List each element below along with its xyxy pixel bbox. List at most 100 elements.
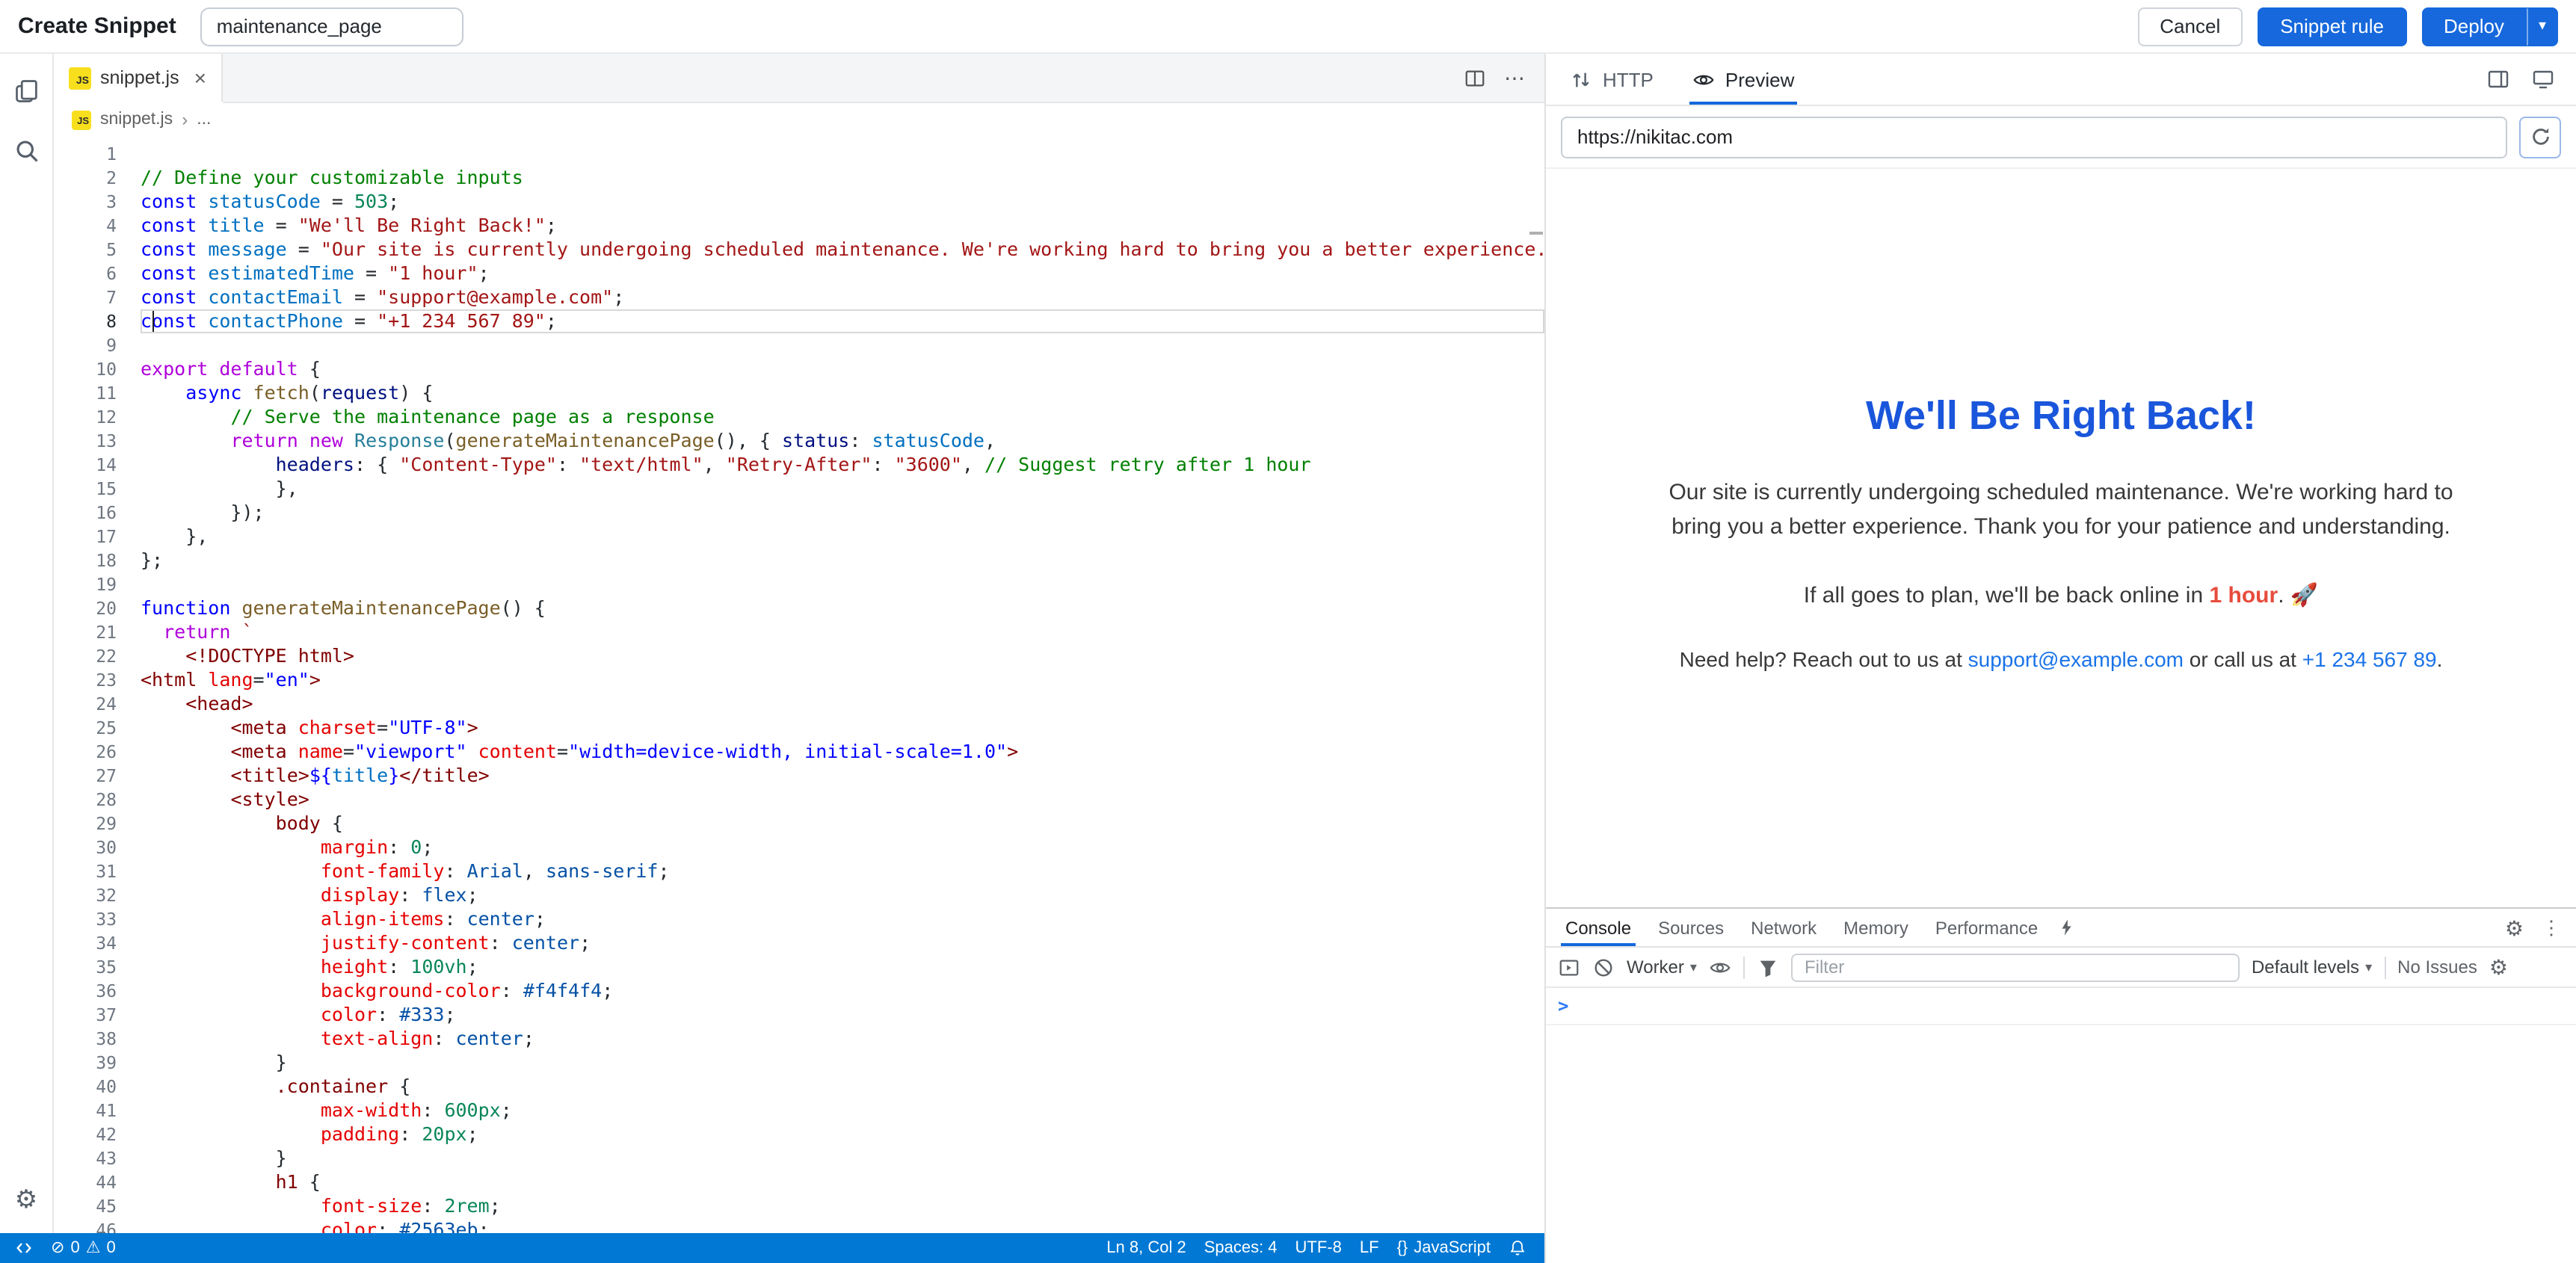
code-line[interactable]: 7const contactEmail = "support@example.c… <box>54 285 1544 309</box>
code-line[interactable]: 8const contactPhone = "+1 234 567 89"; <box>54 309 1544 333</box>
code-line[interactable]: 25 <meta charset="UTF-8"> <box>54 716 1544 740</box>
code-editor[interactable]: 12// Define your customizable inputs3con… <box>54 136 1544 1233</box>
javascript-file-icon: JS <box>69 67 91 89</box>
devtools-tab-performance[interactable]: Performance <box>1922 909 2051 946</box>
snippet-name-input[interactable] <box>200 7 463 46</box>
error-count: 0 <box>70 1239 79 1257</box>
maintenance-message: Our site is currently undergoing schedul… <box>1546 475 2576 545</box>
notifications-bell-icon[interactable] <box>1500 1239 1535 1257</box>
code-line[interactable]: 13 return new Response(generateMaintenan… <box>54 429 1544 453</box>
code-line[interactable]: 36 background-color: #f4f4f4; <box>54 979 1544 1003</box>
layout-sidebar-icon[interactable] <box>2486 67 2510 91</box>
code-line[interactable]: 24 <head> <box>54 692 1544 716</box>
code-line[interactable]: 39 } <box>54 1051 1544 1075</box>
code-line[interactable]: 21 return ` <box>54 620 1544 644</box>
code-line[interactable]: 46 color: #2563eb; <box>54 1218 1544 1233</box>
code-line[interactable]: 44 h1 { <box>54 1170 1544 1194</box>
code-line[interactable]: 31 font-family: Arial, sans-serif; <box>54 859 1544 883</box>
close-icon[interactable]: × <box>194 66 206 90</box>
code-line[interactable]: 41 max-width: 600px; <box>54 1099 1544 1123</box>
refresh-button[interactable] <box>2519 116 2561 158</box>
devtools-settings-gear-icon[interactable]: ⚙ <box>2505 917 2524 938</box>
issues-counter[interactable]: No Issues <box>2397 957 2477 978</box>
code-line[interactable]: 43 } <box>54 1146 1544 1170</box>
code-line[interactable]: 34 justify-content: center; <box>54 931 1544 955</box>
code-line[interactable]: 14 headers: { "Content-Type": "text/html… <box>54 453 1544 477</box>
code-line[interactable]: 17 }, <box>54 525 1544 549</box>
console-prompt-row[interactable]: > <box>1546 988 2576 1025</box>
code-line[interactable]: 15 }, <box>54 477 1544 501</box>
code-line[interactable]: 3const statusCode = 503; <box>54 190 1544 214</box>
code-line[interactable]: 9 <box>54 333 1544 357</box>
console-settings-gear-icon[interactable]: ⚙ <box>2489 957 2508 978</box>
code-line[interactable]: 45 font-size: 2rem; <box>54 1194 1544 1218</box>
split-editor-icon[interactable] <box>1464 67 1486 89</box>
code-line[interactable]: 18}; <box>54 549 1544 572</box>
cancel-button[interactable]: Cancel <box>2137 7 2243 46</box>
language-mode[interactable]: {} JavaScript <box>1388 1239 1500 1257</box>
device-preview-icon[interactable] <box>2531 67 2555 91</box>
console-output[interactable]: > <box>1546 988 2576 1263</box>
code-line[interactable]: 5const message = "Our site is currently … <box>54 238 1544 262</box>
code-line[interactable]: 20function generateMaintenancePage() { <box>54 596 1544 620</box>
code-line[interactable]: 19 <box>54 572 1544 596</box>
code-line[interactable]: 12 // Serve the maintenance page as a re… <box>54 405 1544 429</box>
console-filter-input[interactable] <box>1791 953 2240 981</box>
devtools-tab-console[interactable]: Console <box>1552 909 1645 946</box>
code-line[interactable]: 16 }); <box>54 501 1544 525</box>
line-number: 20 <box>54 596 141 620</box>
live-expression-eye-icon[interactable] <box>1709 956 1731 978</box>
support-email-link[interactable]: support@example.com <box>1968 646 2184 670</box>
code-line[interactable]: 10export default { <box>54 357 1544 381</box>
code-line[interactable]: 33 align-items: center; <box>54 907 1544 931</box>
devtools-tab-memory[interactable]: Memory <box>1830 909 1922 946</box>
code-line[interactable]: 28 <style> <box>54 788 1544 812</box>
snippet-rule-button[interactable]: Snippet rule <box>2258 7 2406 46</box>
settings-gear-icon[interactable]: ⚙ <box>15 1187 38 1212</box>
code-line[interactable]: 35 height: 100vh; <box>54 955 1544 979</box>
indentation-setting[interactable]: Spaces: 4 <box>1195 1239 1287 1257</box>
execution-context-selector[interactable]: Worker ▾ <box>1627 957 1697 978</box>
problems-indicator[interactable]: ⊘ 0 ⚠ 0 <box>42 1239 125 1257</box>
devtools-tab-network[interactable]: Network <box>1737 909 1830 946</box>
code-line[interactable]: 27 <title>${title}</title> <box>54 764 1544 788</box>
code-line[interactable]: 40 .container { <box>54 1075 1544 1099</box>
code-line[interactable]: 32 display: flex; <box>54 883 1544 907</box>
deploy-button[interactable]: Deploy <box>2421 7 2527 46</box>
deploy-dropdown-button[interactable]: ▾ <box>2527 7 2558 46</box>
code-line[interactable]: 4const title = "We'll Be Right Back!"; <box>54 214 1544 238</box>
code-line[interactable]: 2// Define your customizable inputs <box>54 166 1544 190</box>
code-line[interactable]: 1 <box>54 142 1544 166</box>
cursor-position[interactable]: Ln 8, Col 2 <box>1097 1239 1195 1257</box>
tab-preview[interactable]: Preview <box>1692 54 1795 105</box>
code-line[interactable]: 29 body { <box>54 812 1544 836</box>
code-line[interactable]: 37 color: #333; <box>54 1003 1544 1027</box>
phone-link[interactable]: +1 234 567 89 <box>2302 646 2437 670</box>
code-line[interactable]: 38 text-align: center; <box>54 1027 1544 1051</box>
encoding-setting[interactable]: UTF-8 <box>1287 1239 1351 1257</box>
devtools-tab-sources[interactable]: Sources <box>1645 909 1737 946</box>
devtools-menu-kebab-icon[interactable]: ⋮ <box>2542 915 2561 939</box>
chevron-down-icon: ▾ <box>2365 959 2372 975</box>
editor-tab-snippet-js[interactable]: JS snippet.js × <box>54 54 223 102</box>
clear-console-icon[interactable] <box>1592 956 1615 978</box>
breadcrumb[interactable]: JS snippet.js › ... <box>54 103 1544 136</box>
code-line[interactable]: 22 <!DOCTYPE html> <box>54 644 1544 668</box>
maintenance-page: We'll Be Right Back! Our site is current… <box>1546 169 2576 670</box>
lightning-icon[interactable] <box>2051 909 2083 946</box>
search-icon[interactable] <box>13 138 40 164</box>
log-levels-selector[interactable]: Default levels ▾ <box>2252 957 2372 978</box>
remote-icon[interactable] <box>6 1239 42 1257</box>
code-line[interactable]: 23<html lang="en"> <box>54 668 1544 692</box>
code-line[interactable]: 11 async fetch(request) { <box>54 381 1544 405</box>
tab-http[interactable]: HTTP <box>1570 54 1654 105</box>
url-input[interactable] <box>1561 116 2507 158</box>
code-line[interactable]: 30 margin: 0; <box>54 836 1544 859</box>
code-line[interactable]: 42 padding: 20px; <box>54 1123 1544 1146</box>
eol-setting[interactable]: LF <box>1351 1239 1388 1257</box>
console-sidebar-toggle-icon[interactable] <box>1558 956 1580 978</box>
code-line[interactable]: 26 <meta name="viewport" content="width=… <box>54 740 1544 764</box>
more-actions-icon[interactable]: ⋯ <box>1504 65 1526 90</box>
files-icon[interactable] <box>13 78 40 105</box>
code-line[interactable]: 6const estimatedTime = "1 hour"; <box>54 262 1544 285</box>
